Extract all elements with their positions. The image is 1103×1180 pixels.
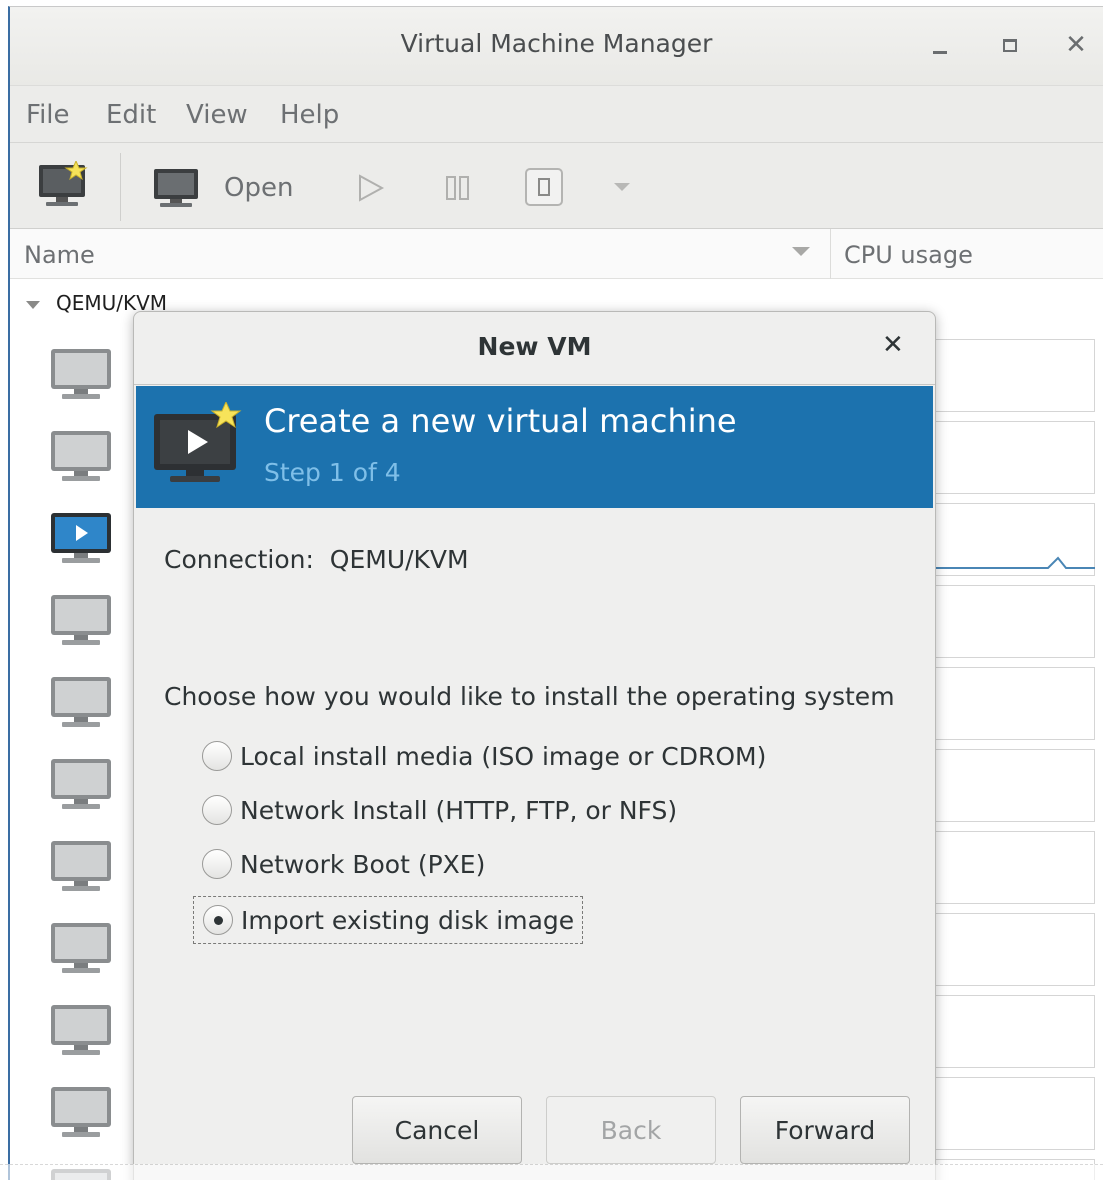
cpu-usage-graph — [930, 1077, 1095, 1150]
dialog-close-button[interactable]: ✕ — [882, 332, 904, 358]
menu-view[interactable]: View — [186, 100, 248, 130]
close-button[interactable]: ✕ — [1056, 25, 1096, 65]
cancel-button[interactable]: Cancel — [352, 1096, 522, 1164]
cpu-usage-graph — [930, 339, 1095, 412]
dialog-title: New VM — [477, 332, 592, 361]
toolbar-separator — [120, 153, 121, 221]
radio-button-selected[interactable] — [203, 905, 233, 935]
maximize-icon — [1003, 38, 1017, 52]
column-cpu-usage[interactable]: CPU usage — [844, 241, 973, 269]
open-monitor-icon[interactable] — [152, 167, 200, 209]
option-import-disk[interactable]: Import existing disk image — [193, 896, 584, 944]
vm-stopped-icon[interactable] — [48, 669, 114, 735]
minimize-icon — [933, 50, 947, 54]
new-vm-icon[interactable] — [36, 161, 90, 211]
vm-stopped-icon[interactable] — [48, 341, 114, 407]
vm-stopped-icon[interactable] — [48, 915, 114, 981]
cpu-usage-graph — [930, 831, 1095, 904]
dialog-separator — [134, 384, 935, 385]
pause-icon[interactable] — [444, 173, 472, 203]
vm-running-icon[interactable] — [48, 505, 114, 571]
vm-stopped-icon[interactable] — [48, 423, 114, 489]
toolbar: Open — [10, 143, 1103, 229]
new-vm-banner-icon — [154, 402, 242, 482]
option-local-media[interactable]: Local install media (ISO image or CDROM) — [202, 736, 766, 776]
cpu-usage-graph — [930, 503, 1095, 576]
vm-stopped-icon[interactable] — [48, 1079, 114, 1145]
menu-bar: File Edit View Help — [10, 85, 1103, 143]
menu-edit[interactable]: Edit — [106, 100, 156, 130]
new-vm-dialog: New VM ✕ Create a new virtual machine St… — [133, 311, 936, 1180]
open-button-label[interactable]: Open — [224, 173, 293, 203]
option-label: Network Install (HTTP, FTP, or NFS) — [240, 795, 678, 825]
column-name[interactable]: Name — [24, 241, 95, 269]
install-prompt: Choose how you would like to install the… — [164, 682, 895, 711]
cpu-usage-graph — [930, 995, 1095, 1068]
forward-button[interactable]: Forward — [740, 1096, 910, 1164]
cpu-usage-graph — [930, 667, 1095, 740]
vm-stopped-icon[interactable] — [48, 997, 114, 1063]
option-network-boot[interactable]: Network Boot (PXE) — [202, 844, 485, 884]
radio-button[interactable] — [202, 741, 232, 771]
shutdown-menu-icon[interactable] — [612, 181, 632, 193]
maximize-button[interactable] — [990, 25, 1030, 65]
radio-button[interactable] — [202, 795, 232, 825]
banner-title: Create a new virtual machine — [264, 402, 737, 440]
menu-help[interactable]: Help — [280, 100, 339, 130]
minimize-button[interactable] — [920, 25, 960, 65]
connection-text: Connection: QEMU/KVM — [164, 545, 469, 574]
vm-stopped-icon[interactable] — [48, 833, 114, 899]
run-icon[interactable] — [356, 173, 386, 203]
close-icon: ✕ — [1065, 30, 1087, 60]
menu-file[interactable]: File — [26, 100, 70, 130]
cpu-usage-graph — [930, 585, 1095, 658]
vm-stopped-icon[interactable] — [48, 751, 114, 817]
list-header: Name CPU usage — [10, 229, 1103, 279]
cpu-usage-graph — [930, 913, 1095, 986]
sort-arrow-icon — [792, 247, 810, 256]
option-label: Local install media (ISO image or CDROM) — [240, 741, 767, 771]
back-button[interactable]: Back — [546, 1096, 716, 1164]
vm-stopped-icon[interactable] — [48, 587, 114, 653]
banner-step: Step 1 of 4 — [264, 458, 401, 487]
cpu-usage-graph — [930, 749, 1095, 822]
option-label: Network Boot (PXE) — [240, 849, 486, 879]
cpu-usage-graph — [930, 421, 1095, 494]
window-bottom-edge — [0, 1164, 1103, 1180]
column-divider — [830, 229, 831, 279]
title-bar[interactable]: Virtual Machine Manager ✕ — [10, 7, 1103, 85]
option-label: Import existing disk image — [241, 905, 575, 935]
expander-arrow-icon[interactable] — [26, 301, 40, 309]
wizard-banner: Create a new virtual machine Step 1 of 4 — [136, 386, 933, 508]
radio-button[interactable] — [202, 849, 232, 879]
shutdown-icon[interactable] — [524, 167, 564, 207]
option-network-install[interactable]: Network Install (HTTP, FTP, or NFS) — [202, 790, 677, 830]
cpu-usage-sparkline — [930, 556, 1095, 569]
